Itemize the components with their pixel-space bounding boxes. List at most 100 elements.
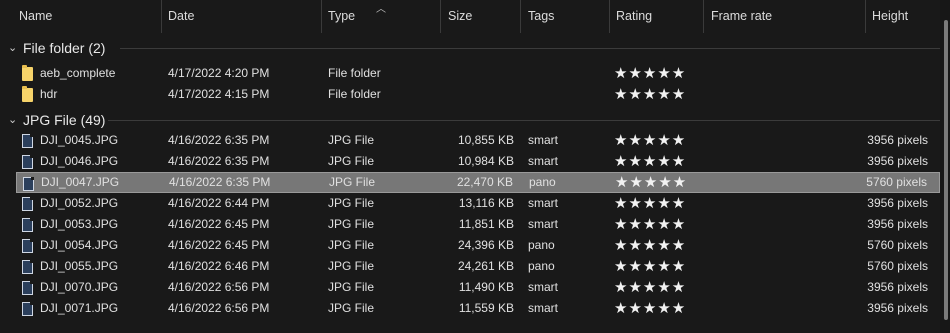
list-item[interactable]: DJI_0046.JPG 4/16/2022 6:35 PM JPG File sma… [16, 151, 940, 172]
file-height: 5760 pixels [867, 259, 928, 273]
file-size: 24,261 KB [457, 259, 514, 273]
jpg-file-icon [22, 197, 33, 211]
sort-ascending-icon: ︿ [376, 4, 386, 15]
folder-icon [22, 86, 33, 102]
file-tags: smart [528, 280, 558, 294]
scrollbar-thumb[interactable] [944, 20, 948, 320]
file-size: 10,984 KB [457, 154, 514, 168]
file-date: 4/16/2022 6:56 PM [168, 280, 270, 294]
rating-stars[interactable]: ★★★★★ [614, 151, 686, 172]
file-date: 4/16/2022 6:45 PM [168, 238, 270, 252]
rating-stars[interactable]: ★★★★★ [614, 235, 686, 256]
jpg-file-icon [22, 155, 33, 169]
column-header-date[interactable]: Date [160, 0, 322, 33]
jpg-file-icon [22, 134, 33, 148]
file-size: 24,396 KB [457, 238, 514, 252]
file-tags: smart [528, 133, 558, 147]
file-name: DJI_0045.JPG [40, 133, 119, 147]
file-date: 4/17/2022 4:20 PM [168, 66, 270, 80]
column-header-name[interactable]: Name [11, 0, 162, 33]
file-height: 3956 pixels [867, 154, 928, 168]
file-height: 3956 pixels [867, 301, 928, 315]
file-name: DJI_0054.JPG [40, 238, 119, 252]
jpg-file-icon [23, 177, 34, 191]
file-height: 3956 pixels [867, 217, 928, 231]
list-item[interactable]: DJI_0071.JPG 4/16/2022 6:56 PM JPG File sma… [16, 298, 940, 319]
file-name: DJI_0052.JPG [40, 196, 119, 210]
file-name: DJI_0047.JPG [41, 175, 120, 189]
column-header-frame-rate[interactable]: Frame rate [703, 0, 866, 33]
file-date: 4/16/2022 6:35 PM [169, 175, 271, 189]
file-name: DJI_0071.JPG [40, 301, 119, 315]
file-type: JPG File [328, 196, 375, 210]
vertical-scrollbar[interactable] [940, 0, 950, 333]
file-height: 3956 pixels [867, 280, 928, 294]
file-tags: smart [528, 154, 558, 168]
list-item[interactable]: aeb_complete 4/17/2022 4:20 PM File folder… [16, 63, 940, 84]
jpg-file-icon [22, 281, 33, 295]
file-date: 4/16/2022 6:56 PM [168, 301, 270, 315]
file-type: File folder [328, 66, 381, 80]
rating-stars[interactable]: ★★★★★ [614, 193, 686, 214]
file-type: JPG File [328, 154, 375, 168]
rating-stars[interactable]: ★★★★★ [614, 63, 686, 84]
file-height: 3956 pixels [867, 196, 928, 210]
list-item[interactable]: hdr 4/17/2022 4:15 PM File folder ★★★★★ [16, 84, 940, 105]
file-date: 4/16/2022 6:44 PM [168, 196, 270, 210]
file-type: JPG File [328, 238, 375, 252]
file-name: aeb_complete [40, 66, 116, 80]
rating-stars[interactable]: ★★★★★ [614, 214, 686, 235]
file-type: File folder [328, 87, 381, 101]
group-header[interactable]: ⌄ File folder (2) [0, 37, 940, 59]
chevron-down-icon[interactable]: ⌄ [8, 37, 17, 59]
rating-stars[interactable]: ★★★★★ [614, 256, 686, 277]
jpg-file-icon [22, 239, 33, 253]
rating-stars[interactable]: ★★★★★ [614, 277, 686, 298]
list-item[interactable]: DJI_0047.JPG 4/16/2022 6:35 PM JPG File pan… [16, 172, 940, 193]
file-date: 4/16/2022 6:45 PM [168, 217, 270, 231]
file-date: 4/17/2022 4:15 PM [168, 87, 270, 101]
file-size: 11,490 KB [458, 280, 514, 294]
group-header[interactable]: ⌄ JPG File (49) [0, 109, 940, 131]
rating-stars[interactable]: ★★★★★ [615, 173, 687, 192]
group-divider [120, 48, 940, 49]
column-header-size[interactable]: Size [440, 0, 521, 33]
group-divider [108, 120, 940, 121]
column-header-height[interactable]: Height [864, 0, 940, 33]
list-item[interactable]: DJI_0052.JPG 4/16/2022 6:44 PM JPG File sma… [16, 193, 940, 214]
rating-stars[interactable]: ★★★★★ [614, 84, 686, 105]
list-item[interactable]: DJI_0055.JPG 4/16/2022 6:46 PM JPG File pan… [16, 256, 940, 277]
file-size: 11,559 KB [458, 301, 514, 315]
list-item[interactable]: DJI_0045.JPG 4/16/2022 6:35 PM JPG File sma… [16, 130, 940, 151]
file-type: JPG File [328, 217, 375, 231]
group-title: File folder (2) [23, 40, 106, 56]
file-date: 4/16/2022 6:46 PM [168, 259, 270, 273]
rating-stars[interactable]: ★★★★★ [614, 298, 686, 319]
chevron-down-icon[interactable]: ⌄ [8, 109, 17, 131]
file-size: 22,470 KB [456, 175, 513, 189]
file-size: 11,851 KB [458, 217, 514, 231]
file-size: 13,116 KB [458, 196, 514, 210]
list-item[interactable]: DJI_0070.JPG 4/16/2022 6:56 PM JPG File sma… [16, 277, 940, 298]
column-header-tags[interactable]: Tags [520, 0, 610, 33]
list-item[interactable]: DJI_0054.JPG 4/16/2022 6:45 PM JPG File pan… [16, 235, 940, 256]
column-header-rating[interactable]: Rating [608, 0, 704, 33]
file-height: 5760 pixels [867, 238, 928, 252]
file-tags: smart [528, 217, 558, 231]
rating-stars[interactable]: ★★★★★ [614, 130, 686, 151]
file-tags: pano [528, 259, 555, 273]
file-name: hdr [40, 87, 58, 101]
file-type: JPG File [328, 280, 375, 294]
file-tags: smart [528, 301, 558, 315]
file-name: DJI_0046.JPG [40, 154, 119, 168]
file-name: DJI_0070.JPG [40, 280, 119, 294]
file-tags: smart [528, 196, 558, 210]
folder-icon [22, 65, 33, 81]
list-item[interactable]: DJI_0053.JPG 4/16/2022 6:45 PM JPG File sma… [16, 214, 940, 235]
file-type: JPG File [329, 175, 376, 189]
column-header-bar: Name Date Type Size Tags Rating Frame ra… [0, 0, 950, 33]
file-size: 10,855 KB [457, 133, 514, 147]
jpg-file-icon [22, 218, 33, 232]
file-name: DJI_0055.JPG [40, 259, 119, 273]
file-height: 3956 pixels [867, 133, 928, 147]
